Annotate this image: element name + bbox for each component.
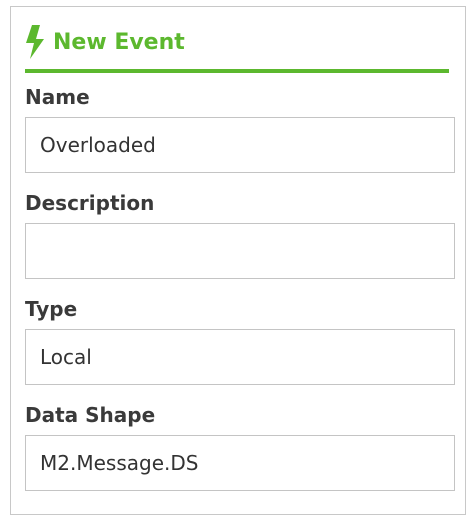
panel-title: New Event: [53, 30, 185, 55]
data-shape-label: Data Shape: [25, 403, 156, 427]
data-shape-input[interactable]: [25, 435, 455, 491]
lightning-bolt-icon: [26, 25, 44, 59]
panel-header: New Event: [25, 25, 449, 73]
type-input[interactable]: [25, 329, 455, 385]
name-label: Name: [25, 85, 90, 109]
new-event-panel: New Event Name Description Type Data Sha…: [10, 6, 466, 515]
description-label: Description: [25, 191, 155, 215]
description-input[interactable]: [25, 223, 455, 279]
type-label: Type: [25, 297, 78, 321]
name-input[interactable]: [25, 117, 455, 173]
